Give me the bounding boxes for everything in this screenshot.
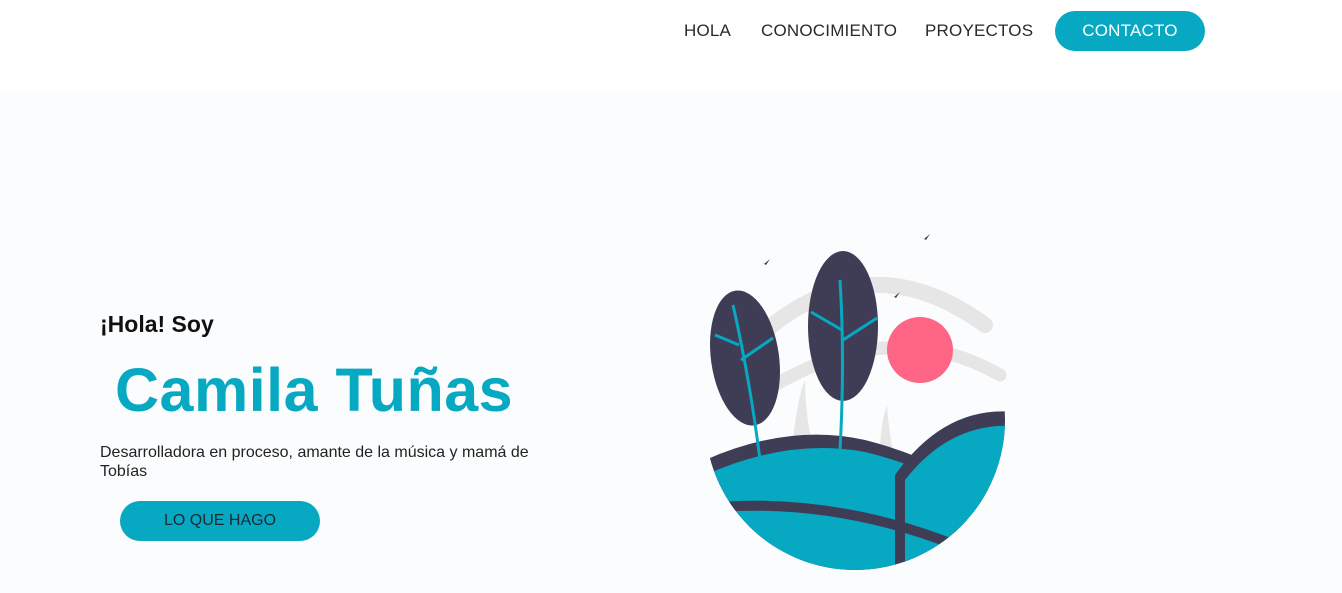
nav-link-conocimiento[interactable]: CONOCIMIENTO xyxy=(761,20,897,42)
nav-link-hola[interactable]: HOLA xyxy=(684,20,731,42)
landscape-illustration-icon xyxy=(655,200,1055,590)
hero-section: ¡Hola! Soy Camila Tuñas Desarrolladora e… xyxy=(0,93,1342,593)
bird-icon xyxy=(917,234,930,240)
contact-button[interactable]: CONTACTO xyxy=(1055,11,1205,51)
tree-middle-icon xyxy=(808,251,878,451)
hero-greeting: ¡Hola! Soy xyxy=(100,311,214,337)
top-navigation: HOLA CONOCIMIENTO PROYECTOS CONTACTO xyxy=(0,0,1342,93)
lo-que-hago-button[interactable]: LO QUE HAGO xyxy=(120,501,320,541)
hero-tagline: Desarrolladora en proceso, amante de la … xyxy=(100,444,529,480)
tree-left-icon xyxy=(710,290,780,461)
page: HOLA CONOCIMIENTO PROYECTOS CONTACTO ¡Ho… xyxy=(0,0,1342,593)
nav-link-proyectos[interactable]: PROYECTOS xyxy=(925,20,1033,42)
sun-icon xyxy=(887,317,953,383)
hero-name: Camila Tuñas xyxy=(115,356,514,424)
bird-icon xyxy=(757,259,770,265)
